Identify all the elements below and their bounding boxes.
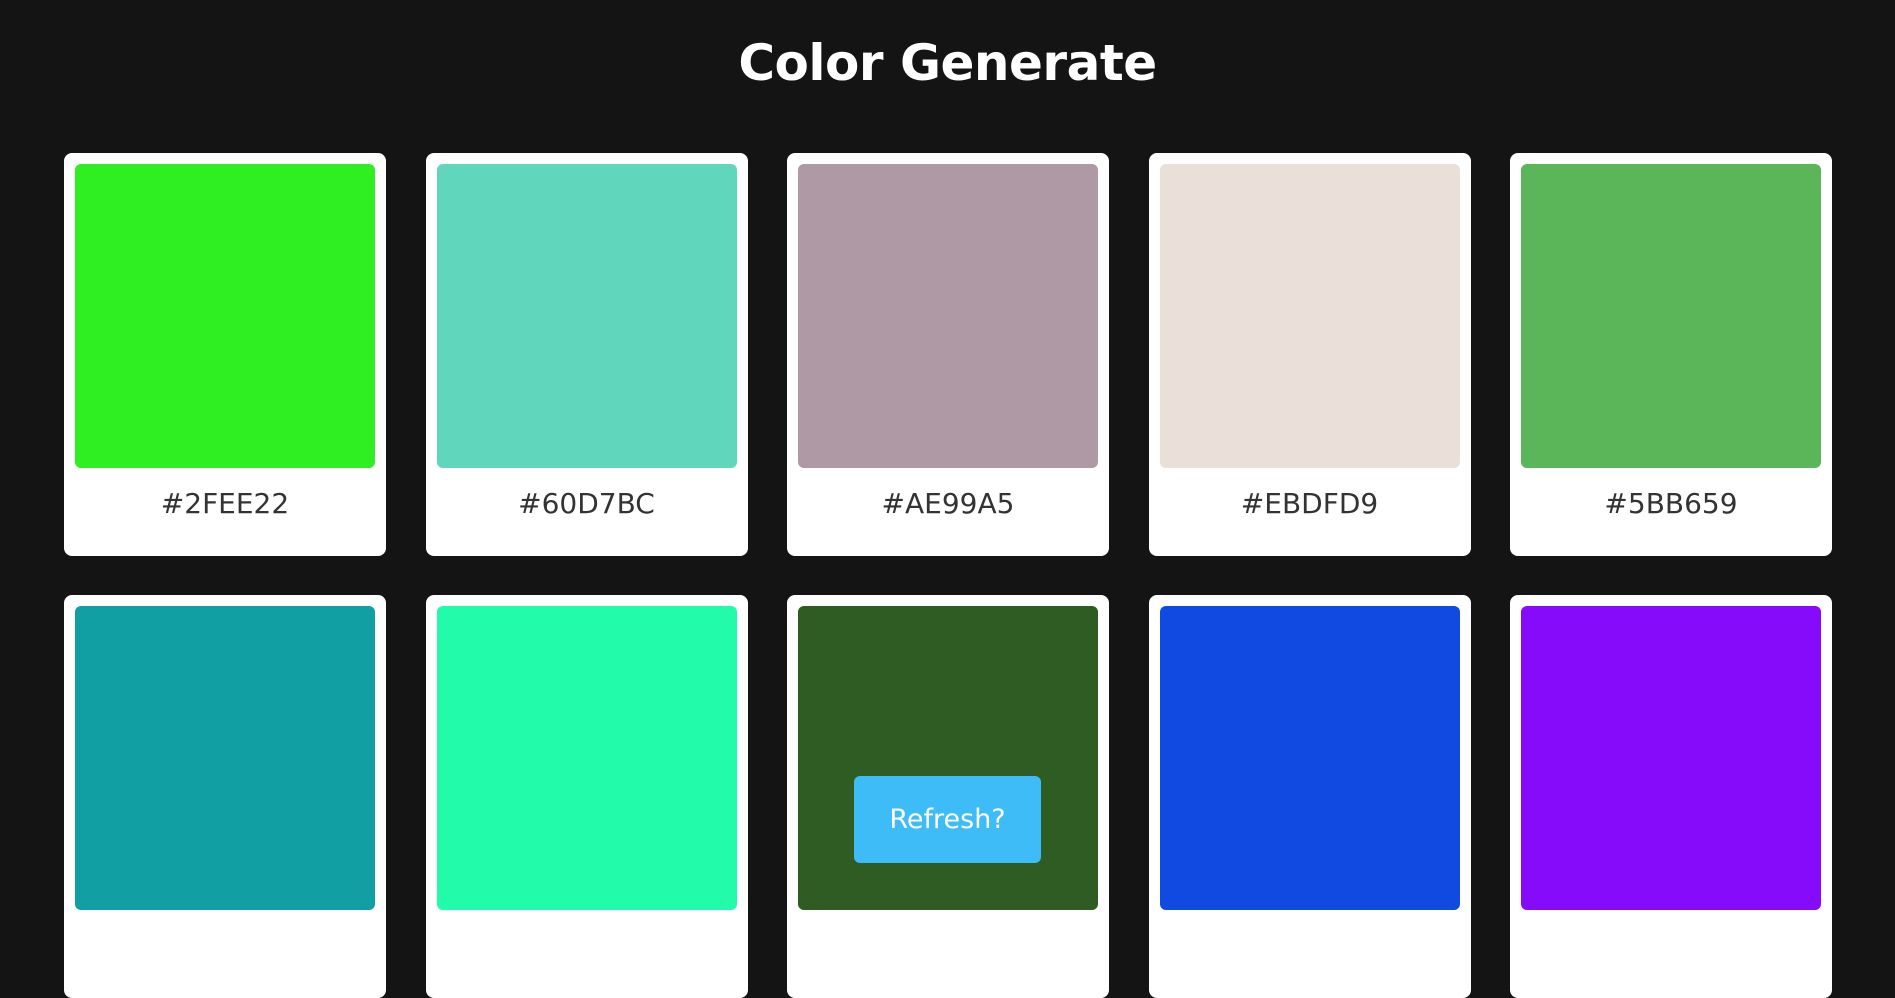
color-hex-label: #60D7BC [518, 487, 655, 520]
color-swatch[interactable] [436, 606, 737, 910]
color-hex-label: #2FEE22 [160, 487, 290, 520]
color-swatch[interactable] [798, 606, 1098, 910]
color-hex-label: #5BB659 [1604, 487, 1738, 520]
page-title: Color Generate [738, 34, 1157, 92]
color-swatch[interactable] [1521, 164, 1821, 468]
color-swatch[interactable] [436, 164, 737, 468]
color-card[interactable] [425, 595, 748, 998]
color-card[interactable]: #EBDFD9 [1148, 153, 1471, 556]
color-card[interactable] [64, 595, 386, 998]
color-hex-label: #AE99A5 [881, 487, 1015, 520]
color-swatch[interactable] [1159, 164, 1460, 468]
color-card[interactable]: #5BB659 [1510, 153, 1832, 556]
refresh-button[interactable]: Refresh? [854, 776, 1041, 863]
color-hex-label: #EBDFD9 [1240, 487, 1379, 520]
color-palette-grid: #2FEE22 #60D7BC #AE99A5 #EBDFD9 #5BB659 [64, 153, 1832, 998]
color-swatch[interactable] [1521, 606, 1821, 910]
color-swatch[interactable] [798, 164, 1098, 468]
color-card[interactable]: #2FEE22 [64, 153, 386, 556]
color-swatch[interactable] [75, 164, 375, 468]
color-card[interactable]: #60D7BC [425, 153, 748, 556]
color-card[interactable]: #AE99A5 [787, 153, 1109, 556]
color-card[interactable] [1510, 595, 1832, 998]
color-swatch[interactable] [1159, 606, 1460, 910]
color-swatch[interactable] [75, 606, 375, 910]
color-card[interactable] [1148, 595, 1471, 998]
